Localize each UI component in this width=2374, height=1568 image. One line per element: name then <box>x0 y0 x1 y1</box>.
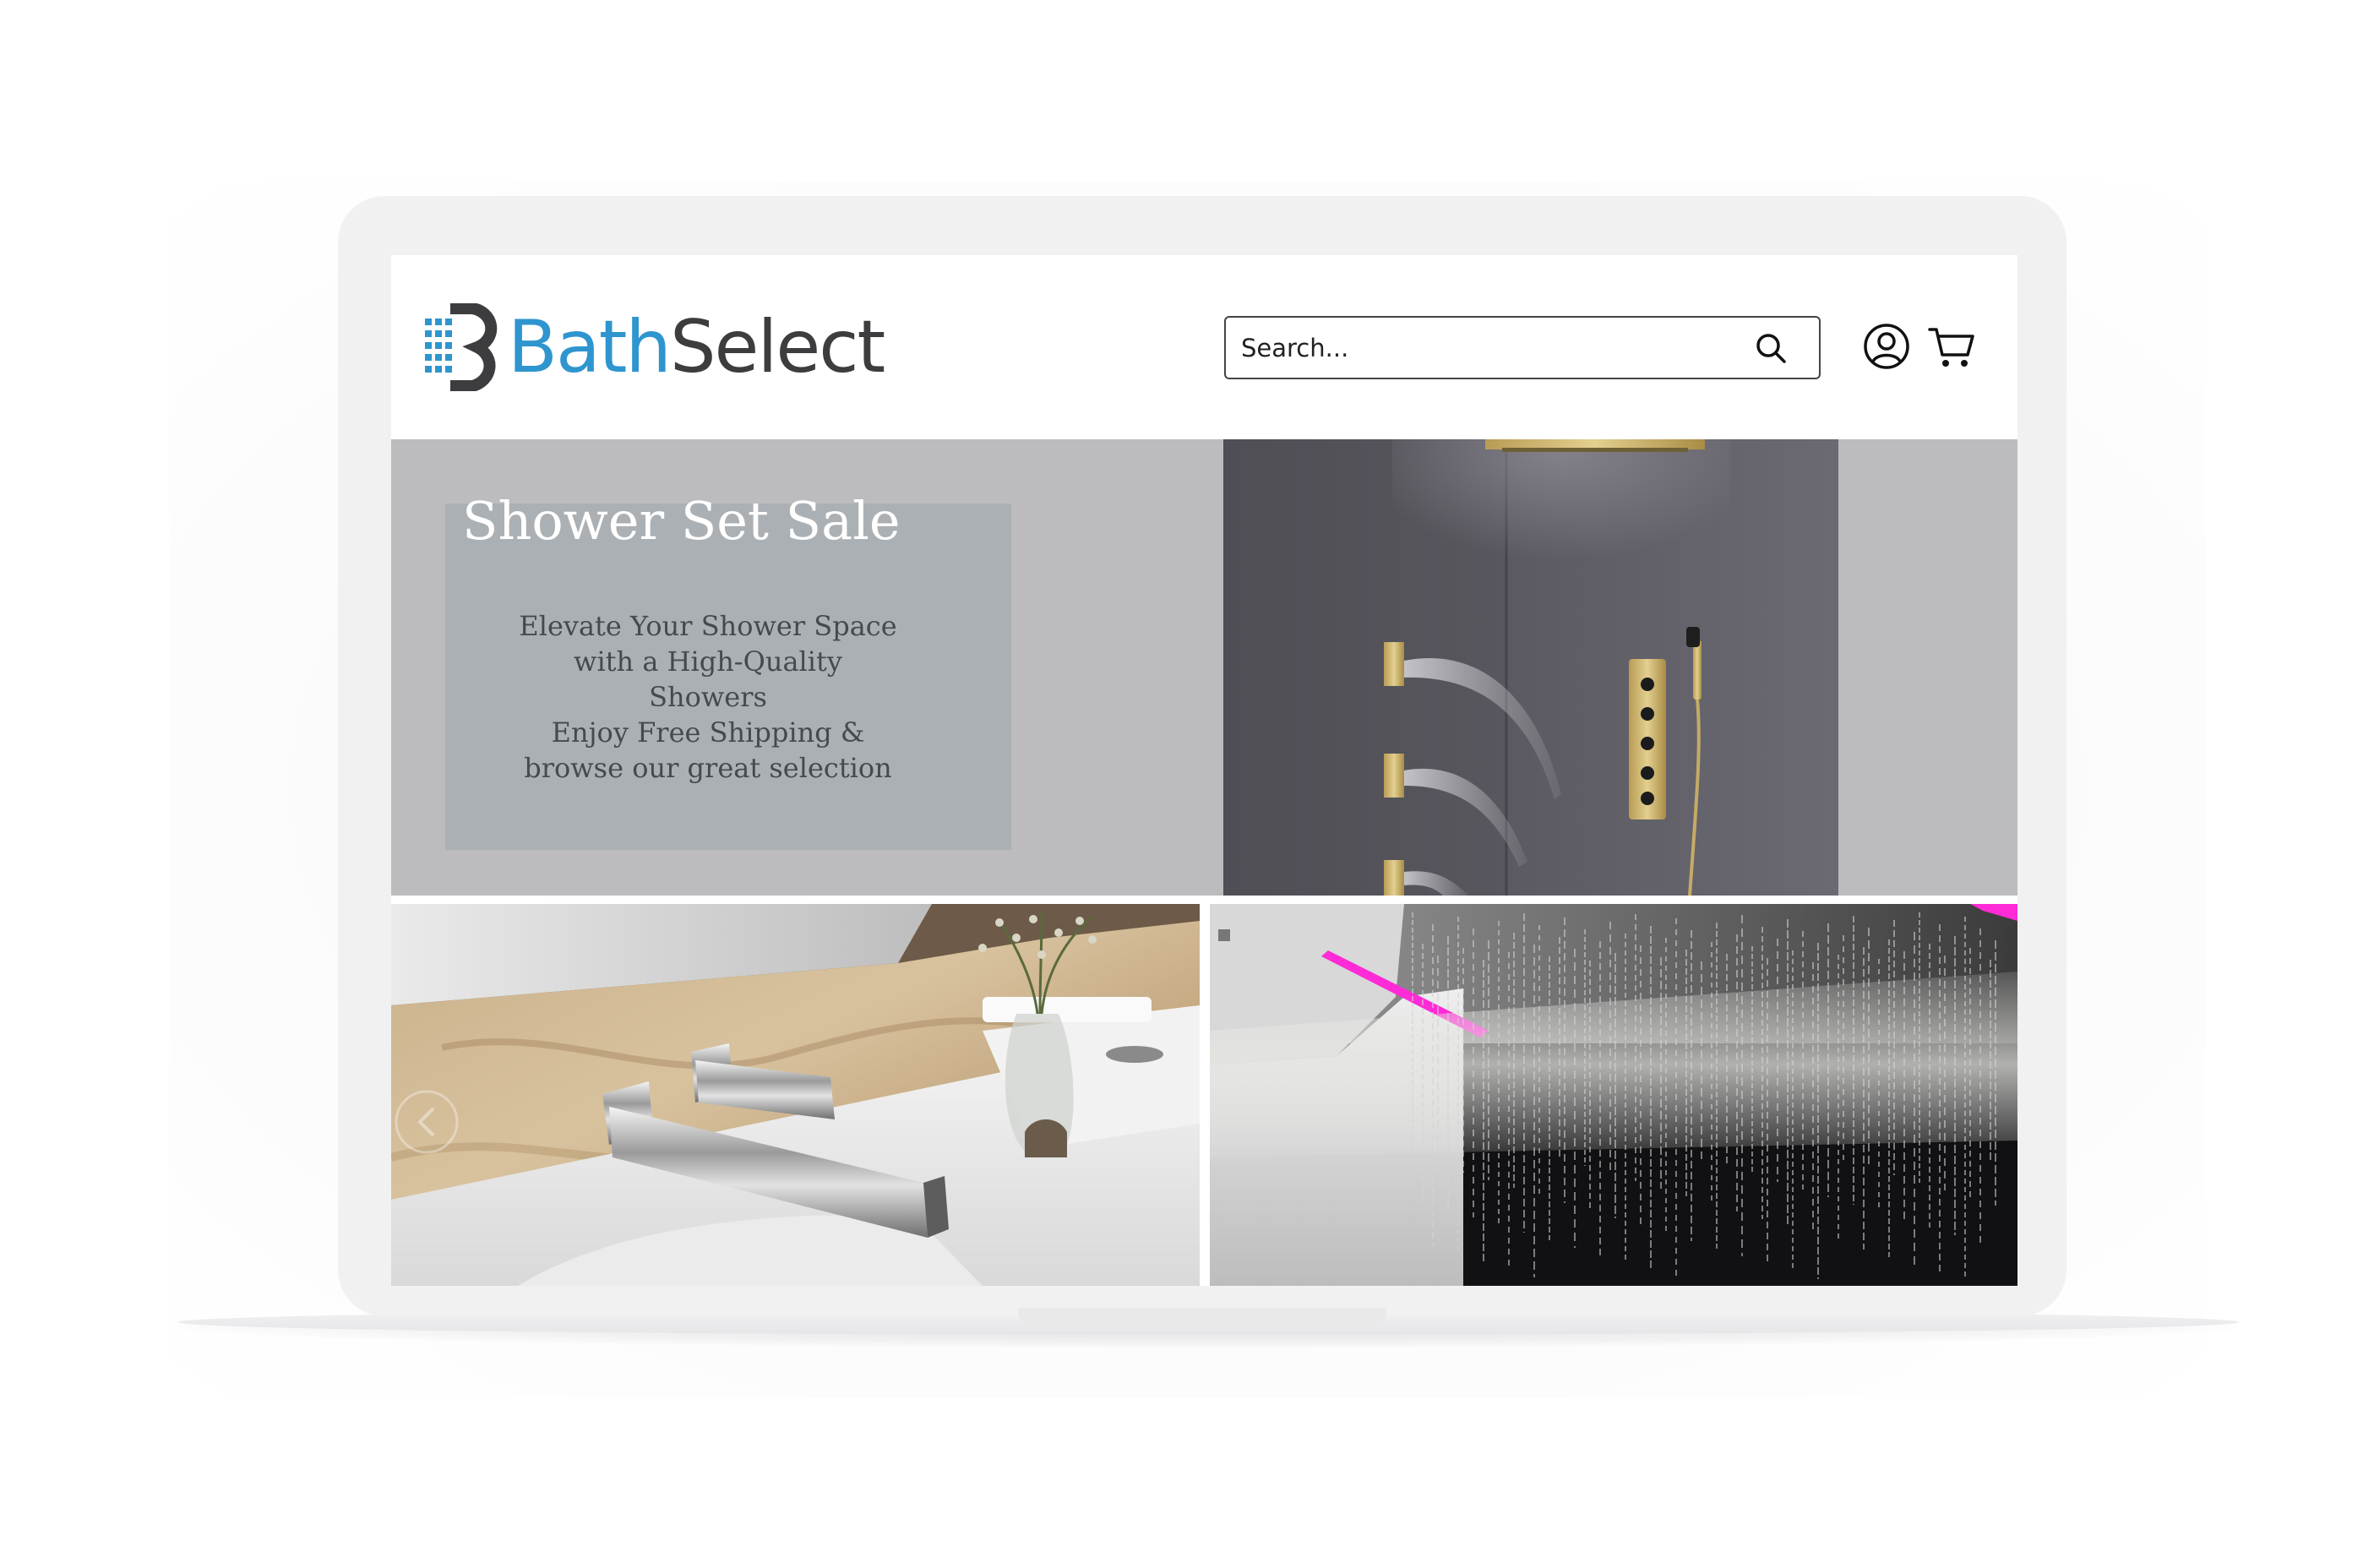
brand-name-select: Select <box>669 305 885 389</box>
search-bar <box>1224 316 1821 379</box>
hero-subtitle-line: browse our great selection <box>524 752 892 784</box>
hero-subtitle-line: Showers <box>649 681 767 713</box>
cart-icon[interactable] <box>1927 323 1976 370</box>
site-header: BathSelect <box>391 255 2017 439</box>
account-icon[interactable] <box>1863 323 1910 370</box>
hero-subtitle-line: with a High-Quality <box>574 645 842 678</box>
laptop-screen: BathSelect Shower Set Sale El <box>391 255 2017 1286</box>
hero-title: Shower Set Sale <box>462 490 901 552</box>
hero-subtitle: Elevate Your Shower Space with a High-Qu… <box>509 608 907 786</box>
shower-set-image <box>1223 439 1838 896</box>
logo-b-mark-icon <box>425 303 498 391</box>
hero-subtitle-line: Elevate Your Shower Space <box>519 610 897 642</box>
search-input[interactable] <box>1241 318 1748 378</box>
wall-faucet-tile[interactable] <box>391 904 1200 1286</box>
brand-logo[interactable]: BathSelect <box>425 301 885 394</box>
search-button[interactable] <box>1751 328 1790 368</box>
brand-name-bath: Bath <box>508 305 672 389</box>
search-icon <box>1756 334 1786 363</box>
brand-name: BathSelect <box>508 311 885 384</box>
hero-banner[interactable]: Shower Set Sale Elevate Your Shower Spac… <box>391 439 2017 896</box>
rain-shower-tile[interactable] <box>1210 904 2017 1286</box>
laptop-notch <box>1018 1308 1386 1325</box>
hero-subtitle-line: Enjoy Free Shipping & <box>551 716 865 749</box>
